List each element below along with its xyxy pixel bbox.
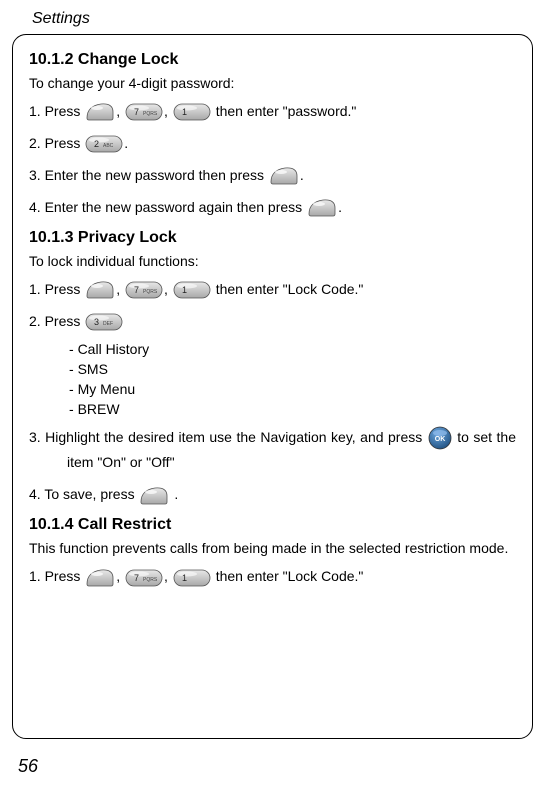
step-1-3: 3. Enter the new password then press . [29,163,516,187]
softkey-icon [139,486,169,506]
text: 1. Press [29,281,84,297]
step-1-1: 1. Press , 7 PQRS, 1 then enter "password… [29,99,516,123]
text: 1. Press [29,568,84,584]
key-7-icon: 7 PQRS [125,569,163,587]
running-header: Settings [32,10,90,28]
text: 3. Enter the new password then press [29,167,268,183]
text: , [116,103,124,119]
key-3-icon: 3 DEF [85,313,123,331]
key-7-icon: 7 PQRS [125,281,163,299]
subitem-my-menu: My Menu [69,381,516,397]
svg-text:7: 7 [134,285,139,295]
text: . [170,486,178,502]
softkey-icon [307,198,337,218]
step-2-4: 4. To save, press . [29,482,516,506]
text: 3. Highlight the desired item use the Na… [29,429,427,445]
subitem-sms: SMS [69,361,516,377]
svg-text:1: 1 [182,107,187,117]
svg-text:7: 7 [134,573,139,583]
text: , [164,568,172,584]
heading-change-lock: 10.1.2 Change Lock [29,51,516,69]
svg-text:ABC: ABC [103,143,114,149]
svg-text:PQRS: PQRS [143,577,158,583]
heading-privacy-lock: 10.1.3 Privacy Lock [29,229,516,247]
key-2-icon: 2 ABC [85,135,123,153]
text: 2. Press [29,313,84,329]
softkey-icon [85,280,115,300]
text: . [300,167,304,183]
key-1-icon: 1 [173,281,211,299]
text: , [164,281,172,297]
step-3-1: 1. Press , 7 PQRS, 1 then enter "Lock Cod… [29,564,516,588]
svg-text:DEF: DEF [103,321,113,327]
softkey-icon [269,166,299,186]
text: . [124,135,128,151]
svg-text:PQRS: PQRS [143,289,158,295]
text: 1. Press [29,103,84,119]
softkey-icon [85,568,115,588]
svg-text:1: 1 [182,573,187,583]
text: then enter "Lock Code." [212,568,364,584]
text: , [116,281,124,297]
text: 4. To save, press [29,486,138,502]
heading-call-restrict: 10.1.4 Call Restrict [29,516,516,534]
text: 2. Press [29,135,84,151]
text: then enter "password." [212,103,357,119]
text: 4. Enter the new password again then pre… [29,199,306,215]
intro-call-restrict: This function prevents calls from being … [29,540,516,556]
step-2-1: 1. Press , 7 PQRS, 1 then enter "Lock Cod… [29,277,516,301]
text: then enter "Lock Code." [212,281,364,297]
key-1-icon: 1 [173,569,211,587]
step-1-2: 2. Press 2 ABC. [29,131,516,155]
svg-text:1: 1 [182,285,187,295]
softkey-icon [85,102,115,122]
svg-text:7: 7 [134,107,139,117]
step-1-4: 4. Enter the new password again then pre… [29,195,516,219]
text: , [116,568,124,584]
page-number: 56 [18,756,38,777]
svg-text:3: 3 [94,317,99,327]
ok-button-icon [428,426,452,450]
intro-change-lock: To change your 4-digit password: [29,75,516,91]
subitem-call-history: Call History [69,341,516,357]
key-7-icon: 7 PQRS [125,103,163,121]
step-2-3: 3. Highlight the desired item use the Na… [29,425,516,474]
step-2-2: 2. Press 3 DEF [29,309,516,333]
text: . [338,199,342,215]
svg-text:2: 2 [94,139,99,149]
svg-text:PQRS: PQRS [143,111,158,117]
key-1-icon: 1 [173,103,211,121]
intro-privacy-lock: To lock individual functions: [29,253,516,269]
content-frame: 10.1.2 Change Lock To change your 4-digi… [12,34,533,739]
text: , [164,103,172,119]
subitem-brew: BREW [69,401,516,417]
